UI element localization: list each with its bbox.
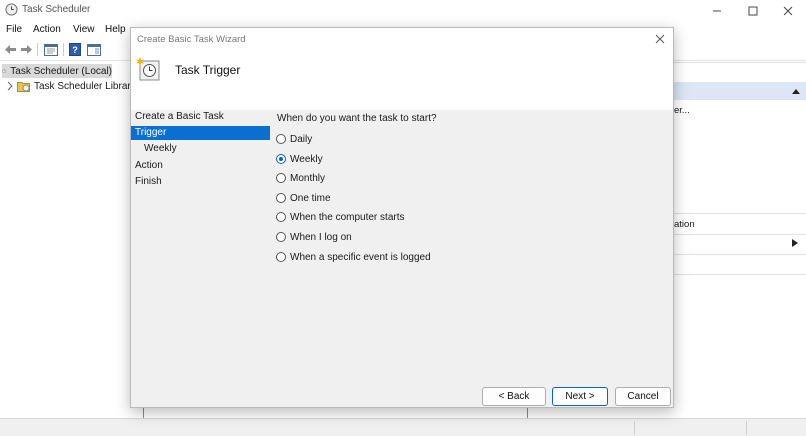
dialog-titlebar: Create Basic Task Wizard — [131, 28, 673, 52]
back-nav-button[interactable] — [3, 42, 17, 57]
arrow-left-icon — [4, 45, 16, 54]
tree-item-task-scheduler-library[interactable]: Task Scheduler Library — [2, 79, 136, 93]
option-computer-starts[interactable]: When the computer starts — [276, 210, 405, 224]
status-separator — [634, 421, 635, 435]
radio-one-time[interactable] — [276, 193, 286, 203]
close-icon — [783, 6, 793, 16]
radio-monthly[interactable] — [276, 173, 286, 183]
option-daily[interactable]: Daily — [276, 132, 312, 146]
option-label: Weekly — [290, 153, 323, 165]
minimize-button[interactable] — [700, 2, 734, 20]
radio-computer-starts[interactable] — [276, 212, 286, 222]
console-tree: Task Scheduler (Local) Task Scheduler Li… — [0, 62, 136, 418]
submenu-arrow-icon[interactable] — [792, 239, 798, 247]
tree-item-label: Task Scheduler (Local) — [10, 65, 112, 77]
menu-file[interactable]: File — [6, 24, 22, 35]
radio-daily[interactable] — [276, 134, 286, 144]
option-label: One time — [290, 192, 331, 204]
pane-divider — [674, 62, 806, 63]
task-clock-icon — [136, 57, 160, 81]
wizard-page-title: Task Trigger — [175, 63, 241, 77]
trigger-question: When do you want the task to start? — [277, 113, 437, 124]
dialog-title: Create Basic Task Wizard — [137, 34, 246, 45]
option-label: When a specific event is logged — [290, 251, 431, 263]
collapse-up-icon[interactable] — [792, 88, 800, 94]
clock-icon — [2, 69, 7, 73]
radio-event-logged[interactable] — [276, 252, 286, 262]
pane-divider — [674, 274, 806, 275]
folder-clock-icon — [17, 82, 30, 92]
console-tree-icon — [44, 43, 58, 56]
step-action[interactable]: Action — [135, 159, 270, 173]
step-create-basic-task[interactable]: Create a Basic Task — [135, 110, 270, 124]
actions-pane: er... ation — [674, 62, 806, 418]
status-bar — [0, 418, 806, 436]
pane-divider — [674, 234, 806, 235]
radio-weekly[interactable] — [276, 154, 286, 164]
forward-nav-button[interactable] — [19, 42, 33, 57]
option-label: When I log on — [290, 231, 352, 243]
option-weekly[interactable]: Weekly — [276, 152, 323, 166]
step-weekly[interactable]: Weekly — [144, 142, 270, 156]
menu-help[interactable]: Help — [105, 24, 126, 35]
step-trigger[interactable]: Trigger — [131, 126, 270, 140]
pane-divider — [674, 213, 806, 214]
status-separator — [746, 421, 747, 435]
radio-log-on[interactable] — [276, 232, 286, 242]
minimize-icon — [713, 10, 721, 12]
option-monthly[interactable]: Monthly — [276, 171, 325, 185]
menu-action[interactable]: Action — [33, 24, 61, 35]
show-hide-action-pane-button[interactable] — [86, 42, 102, 57]
action-item-create-task[interactable]: er... — [674, 105, 690, 116]
tree-item-label: Task Scheduler Library — [34, 80, 136, 92]
actions-header[interactable] — [674, 82, 806, 100]
window-title: Task Scheduler — [22, 4, 91, 15]
option-log-on[interactable]: When I log on — [276, 230, 352, 244]
maximize-icon — [748, 6, 758, 16]
option-label: Daily — [290, 133, 313, 145]
option-one-time[interactable]: One time — [276, 191, 331, 205]
clock-icon — [5, 3, 18, 16]
toolbar-separator — [37, 43, 38, 56]
option-event-logged[interactable]: When a specific event is logged — [276, 250, 431, 264]
close-window-button[interactable] — [771, 2, 805, 20]
option-label: When the computer starts — [290, 211, 405, 223]
menu-view[interactable]: View — [73, 24, 95, 35]
action-item-information[interactable]: ation — [674, 219, 695, 230]
show-hide-console-tree-button[interactable] — [43, 42, 59, 57]
pane-divider — [674, 254, 806, 255]
svg-text:?: ? — [72, 45, 78, 55]
dialog-header: Task Trigger — [131, 52, 673, 110]
tree-item-task-scheduler-local[interactable]: Task Scheduler (Local) — [2, 64, 112, 78]
trigger-options: When do you want the task to start? Dail… — [276, 110, 671, 380]
action-pane-icon — [87, 43, 101, 56]
wizard-steps: Create a Basic Task Trigger Weekly Actio… — [131, 110, 271, 380]
create-basic-task-wizard-dialog: Create Basic Task Wizard Task Trigger Cr… — [130, 27, 674, 408]
cancel-button[interactable]: Cancel — [615, 387, 671, 406]
back-button[interactable]: < Back — [482, 387, 546, 406]
help-button[interactable]: ? — [68, 42, 82, 57]
step-finish[interactable]: Finish — [135, 175, 270, 189]
help-icon: ? — [69, 43, 81, 56]
option-label: Monthly — [290, 172, 326, 184]
close-icon[interactable] — [653, 32, 667, 46]
next-button[interactable]: Next > — [552, 387, 608, 406]
window-titlebar: Task Scheduler — [0, 0, 806, 22]
arrow-right-icon — [20, 45, 32, 54]
chevron-right-icon[interactable] — [6, 81, 14, 91]
maximize-button[interactable] — [736, 2, 770, 20]
toolbar-separator — [63, 43, 64, 56]
